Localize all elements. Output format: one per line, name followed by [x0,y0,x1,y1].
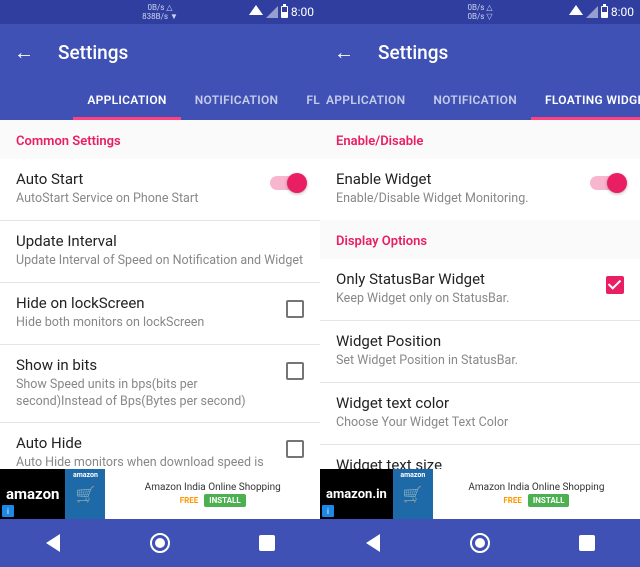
phone-left: 0B/s △ 838B/s ▼ 8:00 ← Settings APPLICAT… [0,0,320,567]
section-enable-disable: Enable/Disable [320,120,640,159]
setting-subtitle: Set Widget Position in StatusBar. [336,353,624,370]
nav-bar [0,519,320,567]
status-bar: 0B/s △ 838B/s ▼ 8:00 [0,0,320,24]
clock: 8:00 [611,5,634,19]
tab-application[interactable]: APPLICATION [320,80,419,120]
setting-update-interval[interactable]: Update Interval Update Interval of Speed… [0,221,320,283]
install-button[interactable]: INSTALL [528,494,569,507]
switch-enable-widget[interactable] [590,176,624,190]
nav-back-icon[interactable] [40,530,66,556]
back-icon[interactable]: ← [14,40,34,65]
checkbox-hide-lockscreen[interactable] [286,300,304,318]
setting-auto-start[interactable]: Auto Start AutoStart Service on Phone St… [0,159,320,221]
checkbox-auto-hide[interactable] [286,440,304,458]
cart-icon: amazon🛒 [393,469,433,519]
install-button[interactable]: INSTALL [204,494,245,507]
section-display-options: Display Options [320,220,640,259]
wifi-icon [249,5,263,15]
phone-right: 0B/s △ 0B/s ▽ 8:00 ← Settings APPLICATIO… [320,0,640,567]
switch-auto-start[interactable] [270,176,304,190]
setting-subtitle: Keep Widget only on StatusBar. [336,291,596,308]
setting-widget-position[interactable]: Widget Position Set Widget Position in S… [320,321,640,383]
tab-floating-cut[interactable]: FL [292,80,320,120]
setting-title: Widget Position [336,332,624,350]
checkbox-show-in-bits[interactable] [286,362,304,380]
setting-title: Widget text color [336,394,624,412]
nav-recent-icon[interactable] [574,530,600,556]
toolbar: ← Settings [0,24,320,80]
section-common-settings: Common Settings [0,120,320,159]
setting-title: Auto Hide [16,434,276,452]
ad-text: Amazon India Online Shopping FREEINSTALL [105,469,320,519]
setting-title: Auto Start [16,170,260,188]
nav-back-icon[interactable] [360,530,386,556]
tab-application[interactable]: APPLICATION [73,80,180,120]
setting-enable-widget[interactable]: Enable Widget Enable/Disable Widget Moni… [320,159,640,220]
ad-banner[interactable]: i amazon.in amazon🛒 Amazon India Online … [320,469,640,519]
settings-list: Enable/Disable Enable Widget Enable/Disa… [320,120,640,519]
statusbar-speed: 0B/s △ 838B/s ▼ [142,3,178,21]
battery-icon [281,6,288,18]
signal-icon [586,6,598,18]
tab-bar: APPLICATION NOTIFICATION FLOATING WIDGET [320,80,640,120]
ad-close-icon[interactable]: i [2,505,14,517]
setting-subtitle: AutoStart Service on Phone Start [16,191,260,208]
status-bar: 0B/s △ 0B/s ▽ 8:00 [320,0,640,24]
signal-icon [266,6,278,18]
page-title: Settings [58,41,128,64]
wifi-icon [569,5,583,15]
setting-only-statusbar-widget[interactable]: Only StatusBar Widget Keep Widget only o… [320,259,640,321]
setting-title: Show in bits [16,356,276,374]
tab-notification[interactable]: NOTIFICATION [181,80,293,120]
setting-title: Only StatusBar Widget [336,270,596,288]
nav-home-icon[interactable] [147,530,173,556]
cart-icon: amazon🛒 [65,469,105,519]
setting-subtitle: Enable/Disable Widget Monitoring. [336,191,580,208]
back-icon[interactable]: ← [334,40,354,65]
setting-subtitle: Show Speed units in bps(bits per second)… [16,377,276,411]
ad-close-icon[interactable]: i [322,505,334,517]
setting-title: Hide on lockScreen [16,294,276,312]
nav-recent-icon[interactable] [254,530,280,556]
checkbox-only-statusbar[interactable] [606,276,624,294]
setting-widget-text-color[interactable]: Widget text color Choose Your Widget Tex… [320,383,640,445]
nav-bar [320,519,640,567]
ad-text: Amazon India Online Shopping FREEINSTALL [433,469,640,519]
setting-hide-lockscreen[interactable]: Hide on lockScreen Hide both monitors on… [0,283,320,345]
tab-floating-widget[interactable]: FLOATING WIDGET [531,80,640,120]
settings-list: Common Settings Auto Start AutoStart Ser… [0,120,320,519]
page-title: Settings [378,41,448,64]
clock: 8:00 [291,5,314,19]
setting-subtitle: Hide both monitors on lockScreen [16,315,276,332]
statusbar-speed: 0B/s △ 0B/s ▽ [467,3,492,21]
setting-title: Update Interval [16,232,304,250]
ad-banner[interactable]: i amazon amazon🛒 Amazon India Online Sho… [0,469,320,519]
tab-bar: APPLICATION NOTIFICATION FL [0,80,320,120]
nav-home-icon[interactable] [467,530,493,556]
setting-subtitle: Choose Your Widget Text Color [336,415,624,432]
toolbar: ← Settings [320,24,640,80]
setting-title: Enable Widget [336,170,580,188]
setting-subtitle: Update Interval of Speed on Notification… [16,253,304,270]
tab-notification[interactable]: NOTIFICATION [419,80,531,120]
battery-icon [601,6,608,18]
setting-show-in-bits[interactable]: Show in bits Show Speed units in bps(bit… [0,345,320,424]
